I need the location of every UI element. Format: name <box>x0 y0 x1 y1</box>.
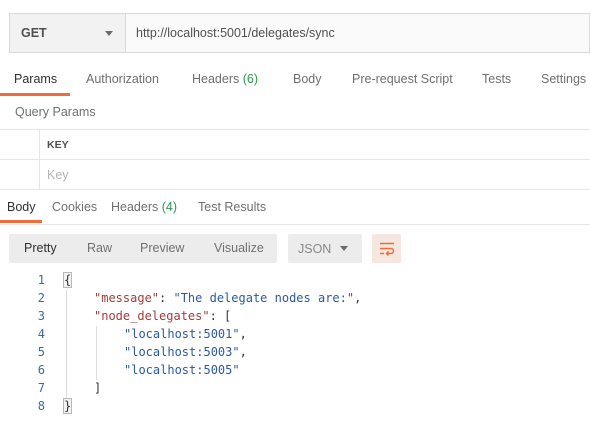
tab-response-body[interactable]: Body <box>7 200 36 214</box>
tab-tests[interactable]: Tests <box>482 72 511 86</box>
chevron-down-icon <box>340 246 348 251</box>
format-select[interactable]: JSON <box>288 234 362 263</box>
response-headers-count: (4) <box>161 200 178 214</box>
active-response-tab-indicator <box>0 220 42 223</box>
query-params-title: Query Params <box>15 105 96 119</box>
headers-count: (6) <box>242 72 259 86</box>
json-string: "The delegate nodes are:" <box>173 291 355 305</box>
code-line: 6 "localhost:5005" <box>0 363 590 381</box>
tab-test-results[interactable]: Test Results <box>198 200 266 214</box>
wrap-lines-button[interactable] <box>372 234 401 263</box>
line-number: 8 <box>37 399 45 413</box>
code-line: 8 } <box>0 398 590 417</box>
chevron-down-icon <box>105 30 113 36</box>
line-number: 1 <box>37 273 45 287</box>
key-input[interactable]: Key <box>47 168 69 182</box>
json-key: "node_delegates" <box>94 309 210 323</box>
table-header-row: KEY <box>0 130 590 160</box>
json-key: "message" <box>94 291 160 305</box>
table-row: Key <box>0 160 590 190</box>
line-number: 2 <box>37 291 45 305</box>
tab-authorization[interactable]: Authorization <box>86 72 159 86</box>
key-column-header: KEY <box>47 139 69 151</box>
open-brace: { <box>62 272 73 288</box>
tab-pre-request-script[interactable]: Pre-request Script <box>352 72 453 86</box>
line-number: 4 <box>37 327 45 341</box>
line-number: 5 <box>37 345 45 359</box>
code-line: 3 "node_delegates": [ <box>0 309 590 327</box>
tab-params[interactable]: Params <box>14 72 57 86</box>
url-text: http://localhost:5001/delegates/sync <box>136 26 335 40</box>
open-bracket: [ <box>224 309 232 323</box>
url-input[interactable]: http://localhost:5001/delegates/sync <box>126 14 589 52</box>
close-brace: } <box>62 398 73 414</box>
view-pretty[interactable]: Pretty <box>24 241 57 255</box>
query-params-table: KEY Key <box>0 129 590 190</box>
tab-body[interactable]: Body <box>293 72 322 86</box>
checkbox-column <box>0 130 40 159</box>
code-line: 7 ] <box>0 381 590 399</box>
response-body-editor[interactable]: 1 { 2 "message": "The delegate nodes are… <box>0 272 590 422</box>
line-number: 7 <box>37 381 45 395</box>
line-number: 6 <box>37 363 45 377</box>
method-select[interactable]: GET <box>10 14 126 52</box>
tab-response-headers[interactable]: Headers (4) <box>111 200 177 214</box>
json-string: "localhost:5003" <box>124 345 240 359</box>
format-label: JSON <box>298 241 332 256</box>
request-tabs: Params Authorization Headers (6) Body Pr… <box>0 66 590 96</box>
code-line: 2 "message": "The delegate nodes are:", <box>0 291 590 309</box>
row-checkbox-cell[interactable] <box>0 160 40 190</box>
method-label: GET <box>21 26 47 40</box>
view-raw[interactable]: Raw <box>87 241 112 255</box>
close-bracket: ] <box>94 381 102 395</box>
code-line: 1 { <box>0 272 590 291</box>
view-mode-selector: Pretty Raw Preview Visualize <box>9 234 277 263</box>
code-line: 4 "localhost:5001", <box>0 327 590 345</box>
tab-headers[interactable]: Headers (6) <box>192 72 258 86</box>
code-line: 5 "localhost:5003", <box>0 345 590 363</box>
view-visualize[interactable]: Visualize <box>214 241 264 255</box>
json-string: "localhost:5005" <box>124 363 240 377</box>
tab-cookies[interactable]: Cookies <box>52 200 97 214</box>
line-number: 3 <box>37 309 45 323</box>
active-tab-indicator <box>0 93 70 96</box>
response-tabs: Body Cookies Headers (4) Test Results <box>0 197 590 225</box>
view-preview[interactable]: Preview <box>140 241 184 255</box>
wrap-lines-icon <box>379 242 394 256</box>
json-string: "localhost:5001" <box>124 327 240 341</box>
request-url-bar: GET http://localhost:5001/delegates/sync <box>9 13 590 53</box>
tab-settings[interactable]: Settings <box>541 72 586 86</box>
